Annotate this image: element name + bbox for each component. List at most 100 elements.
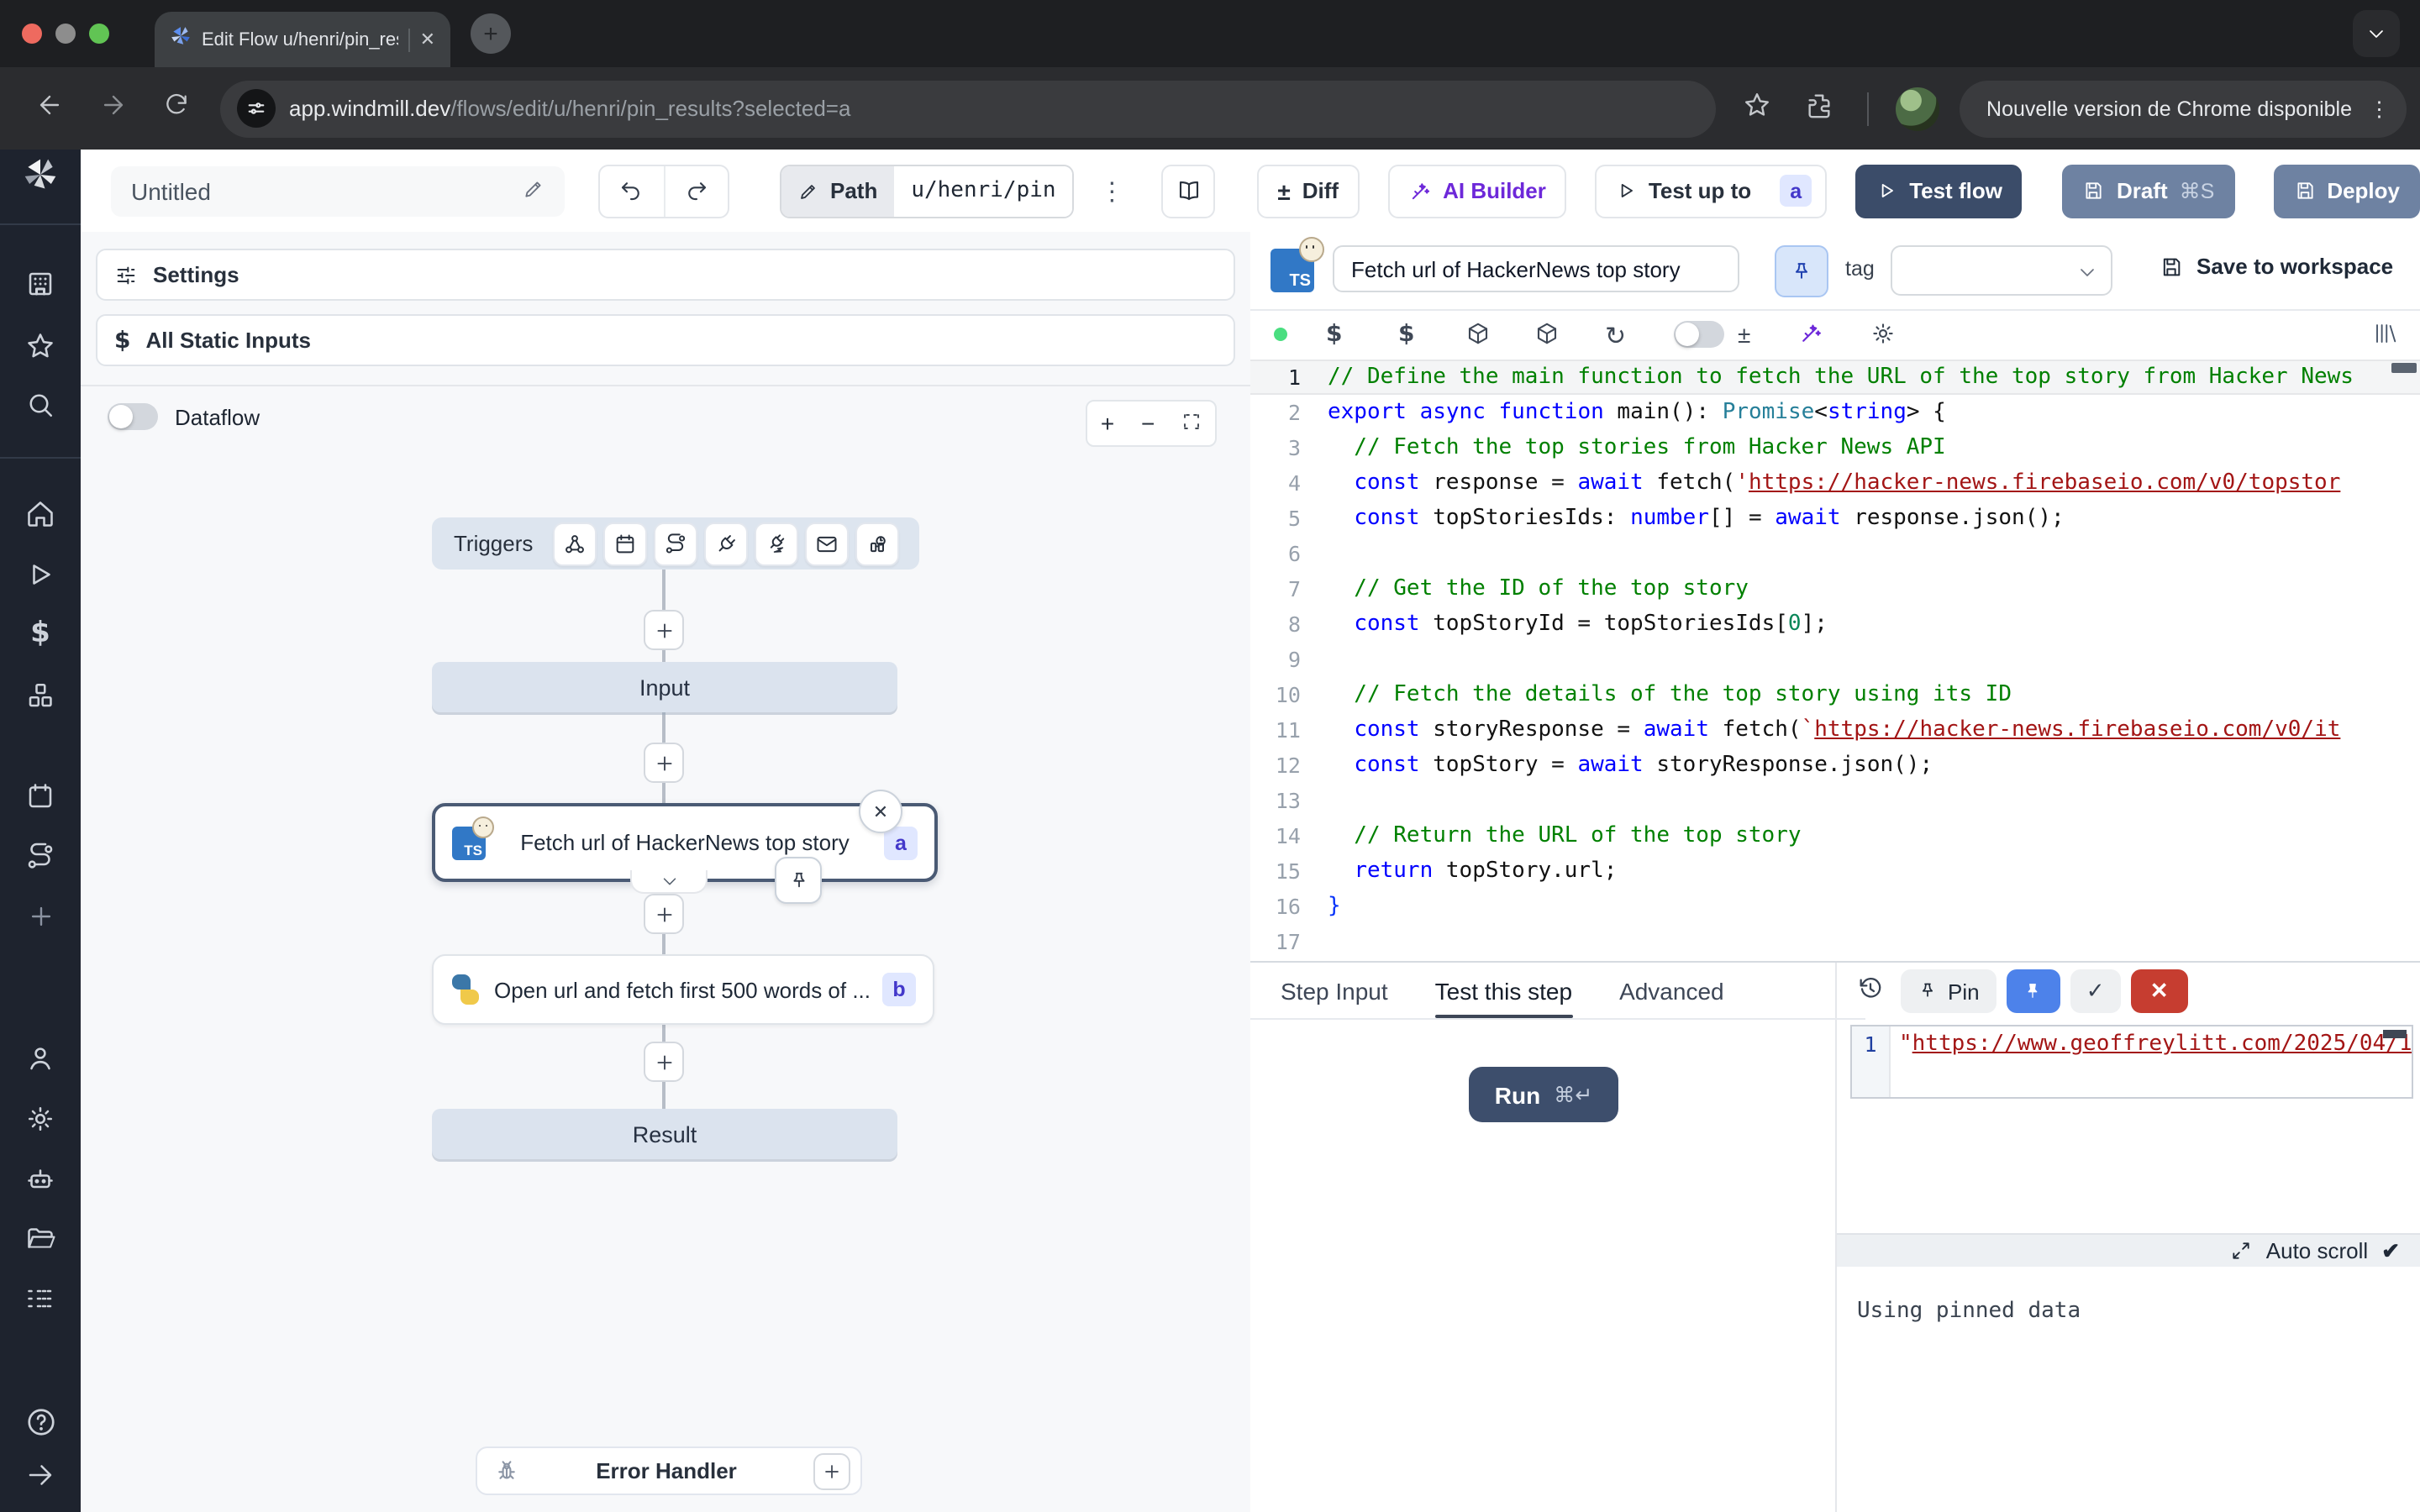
reload-icon[interactable]: ↻ — [1605, 321, 1626, 351]
zoom-out-button[interactable]: − — [1141, 410, 1155, 437]
reload-icon[interactable] — [163, 91, 190, 126]
extensions-icon[interactable] — [1805, 90, 1833, 127]
path-selector[interactable]: Path u/henri/pin — [780, 164, 1075, 218]
test-up-to-button[interactable]: Test up to a — [1595, 164, 1827, 218]
sidebar-item-runs-play-icon[interactable] — [20, 554, 60, 595]
pinned-active-button[interactable] — [2007, 969, 2060, 1013]
sidebar-item-resources-cubes-icon[interactable] — [20, 675, 60, 716]
settings-gear-icon[interactable] — [1870, 321, 1896, 354]
expand-arrows-icon[interactable] — [2231, 1240, 2253, 1262]
flow-settings-button[interactable]: Settings — [96, 249, 1235, 301]
bookmark-star-icon[interactable] — [1743, 90, 1771, 127]
node-pin-button[interactable] — [775, 857, 822, 904]
auto-scroll-check-icon[interactable]: ✔ — [2381, 1237, 2400, 1264]
add-step-button[interactable] — [644, 894, 684, 934]
all-static-inputs-button[interactable]: $ All Static Inputs — [96, 314, 1235, 366]
maximize-window-button[interactable] — [89, 24, 109, 44]
browser-menu-kebab-icon[interactable]: ⋮ — [2369, 96, 2390, 121]
code-line-8[interactable]: 8 const topStoryId = topStoriesIds[0]; — [1250, 606, 2420, 642]
editor-scrollbar[interactable] — [2391, 363, 2417, 373]
event-stream-trigger-icon[interactable] — [755, 522, 798, 565]
triggers-node[interactable]: Triggers — [432, 517, 919, 570]
flow-node-a[interactable]: TS Fetch url of HackerNews top story a ✕ — [432, 803, 938, 882]
result-node[interactable]: Result — [432, 1109, 897, 1159]
assistant-toggle[interactable] — [1674, 321, 1724, 348]
sidebar-item-workspace[interactable] — [20, 264, 60, 304]
poll-watch-trigger-icon[interactable] — [855, 522, 899, 565]
code-line-3[interactable]: 3 // Fetch the top stories from Hacker N… — [1250, 430, 2420, 465]
test-flow-button[interactable]: Test flow — [1855, 164, 2023, 218]
back-icon[interactable] — [35, 90, 64, 127]
ai-wand-icon[interactable] — [1798, 321, 1823, 354]
confirm-button[interactable]: ✓ — [2070, 969, 2121, 1013]
windmill-logo-icon[interactable] — [20, 155, 60, 195]
sidebar-item-home-icon[interactable] — [20, 494, 60, 534]
deploy-button[interactable]: Deploy — [2273, 164, 2420, 218]
chrome-update-chip[interactable]: Nouvelle version de Chrome disponible ⋮ — [1960, 80, 2407, 137]
code-line-9[interactable]: 9 — [1250, 642, 2420, 677]
ai-builder-button[interactable]: AI Builder — [1387, 164, 1566, 218]
code-line-14[interactable]: 14 // Return the URL of the top story — [1250, 818, 2420, 853]
sidebar-item-routes-icon[interactable] — [20, 837, 60, 877]
variables-dollar-icon[interactable]: $ — [1326, 321, 1343, 348]
tab-search-button[interactable] — [2353, 10, 2400, 57]
cancel-button[interactable]: ✕ — [2131, 969, 2188, 1013]
webhook-trigger-icon[interactable] — [553, 522, 597, 565]
sidebar-item-folders-icon[interactable] — [20, 1218, 60, 1258]
library-icon[interactable] — [2373, 321, 2398, 354]
redo-button[interactable] — [665, 165, 728, 216]
code-line-15[interactable]: 15 return topStory.url; — [1250, 853, 2420, 889]
code-line-4[interactable]: 4 const response = await fetch('https://… — [1250, 465, 2420, 501]
code-line-5[interactable]: 5 const topStoriesIds: number[] = await … — [1250, 501, 2420, 536]
tab-advanced[interactable]: Advanced — [1619, 963, 1724, 1018]
zoom-in-button[interactable]: + — [1101, 410, 1114, 437]
flow-name-field[interactable]: Untitled — [111, 165, 565, 216]
undo-button[interactable] — [600, 165, 665, 216]
code-line-17[interactable]: 17 — [1250, 924, 2420, 959]
schedule-trigger-icon[interactable] — [603, 522, 647, 565]
code-editor[interactable]: 1// Define the main function to fetch th… — [1250, 360, 2420, 961]
browser-tab[interactable]: Edit Flow u/henri/pin_results ✕ — [155, 12, 450, 67]
more-options-kebab-icon[interactable]: ⋮ — [1099, 176, 1124, 206]
add-error-handler-button[interactable] — [813, 1452, 850, 1489]
code-line-6[interactable]: 6 — [1250, 536, 2420, 571]
delete-node-button[interactable]: ✕ — [859, 790, 902, 833]
minimize-window-button[interactable] — [55, 24, 76, 44]
code-line-16[interactable]: 16} — [1250, 889, 2420, 924]
http-route-trigger-icon[interactable] — [654, 522, 697, 565]
code-line-10[interactable]: 10 // Fetch the details of the top story… — [1250, 677, 2420, 712]
sidebar-item-schedules-calendar-icon[interactable] — [20, 776, 60, 816]
input-node[interactable]: Input — [432, 662, 897, 712]
fit-view-button[interactable] — [1181, 410, 1202, 437]
package-icon[interactable] — [1465, 321, 1491, 354]
expand-node-chevron[interactable] — [630, 870, 708, 894]
pinned-editor-scrollbar[interactable] — [2383, 1030, 2407, 1038]
code-line-11[interactable]: 11 const storyResponse = await fetch(`ht… — [1250, 712, 2420, 748]
tab-test-this-step[interactable]: Test this step — [1435, 963, 1572, 1018]
tab-step-input[interactable]: Step Input — [1281, 963, 1388, 1018]
tag-select[interactable] — [1891, 245, 2112, 296]
tab-close-icon[interactable]: ✕ — [420, 29, 435, 50]
code-line-13[interactable]: 13 — [1250, 783, 2420, 818]
sidebar-item-workers-robot-icon[interactable] — [20, 1159, 60, 1200]
package-icon-2[interactable] — [1534, 321, 1560, 354]
code-line-12[interactable]: 12 const topStory = await storyResponse.… — [1250, 748, 2420, 783]
sidebar-item-add-plus-icon[interactable] — [20, 895, 60, 936]
code-line-2[interactable]: 2export async function main(): Promise<s… — [1250, 395, 2420, 430]
run-button[interactable]: Run ⌘↵ — [1469, 1067, 1618, 1122]
code-line-1[interactable]: 1// Define the main function to fetch th… — [1250, 360, 2420, 395]
dataflow-toggle[interactable] — [108, 403, 158, 430]
docs-button[interactable] — [1161, 164, 1215, 218]
pin-toggle-button[interactable] — [1775, 245, 1828, 297]
sidebar-item-favorites-star-icon[interactable] — [20, 326, 60, 366]
plus-minus-icon[interactable]: ± — [1738, 321, 1750, 348]
close-window-button[interactable] — [22, 24, 42, 44]
draft-button[interactable]: Draft ⌘S — [2063, 164, 2234, 218]
url-bar[interactable]: app.windmill.dev/flows/edit/u/henri/pin_… — [220, 80, 1716, 137]
code-line-7[interactable]: 7 // Get the ID of the top story — [1250, 571, 2420, 606]
save-to-workspace-button[interactable]: Save to workspace — [2160, 254, 2393, 279]
sidebar-item-help-icon[interactable] — [20, 1401, 60, 1441]
step-title-input[interactable] — [1333, 245, 1739, 292]
new-tab-button[interactable]: + — [471, 13, 511, 54]
add-step-button[interactable] — [644, 610, 684, 650]
